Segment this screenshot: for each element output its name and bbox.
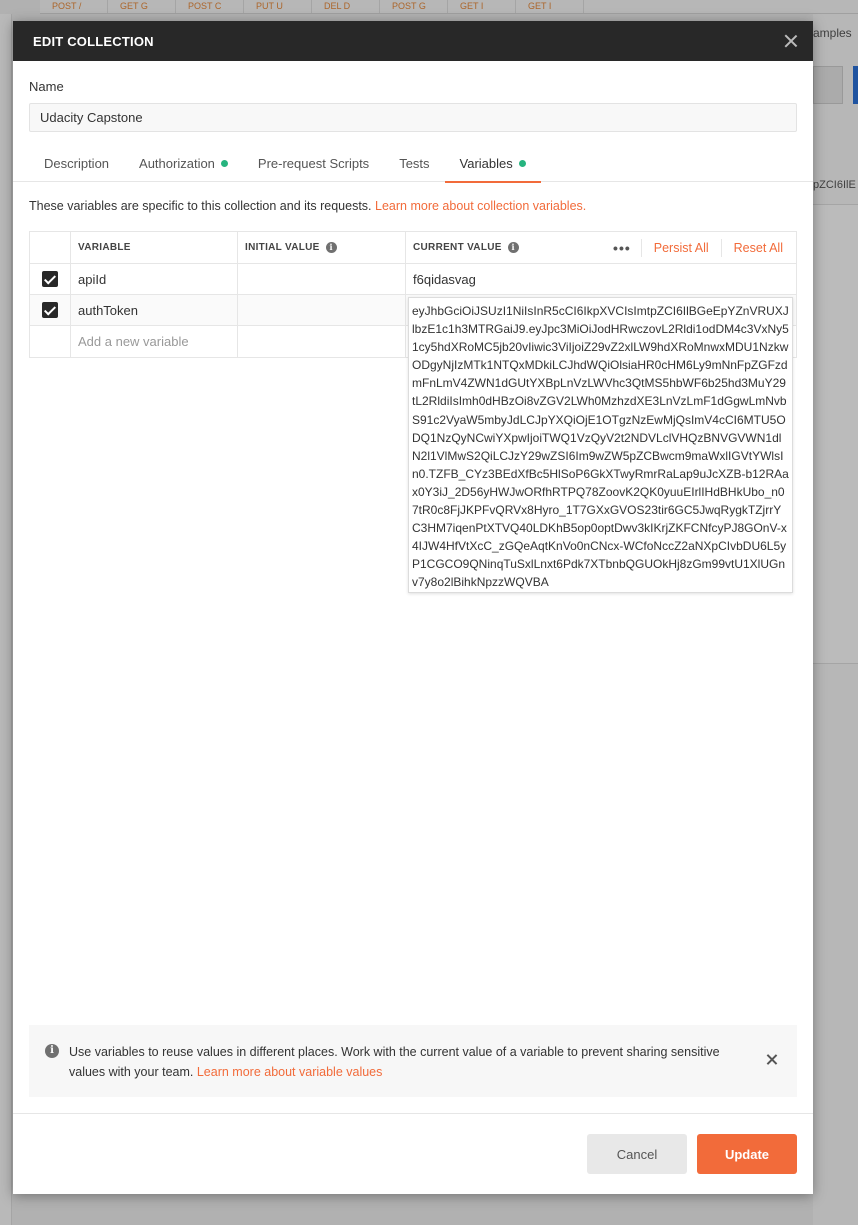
modal-title: EDIT COLLECTION [33, 33, 154, 49]
header-initial-value: INITIAL VALUE i [238, 232, 406, 263]
collection-name-input[interactable] [29, 103, 797, 132]
banner-message: Use variables to reuse values in differe… [69, 1045, 720, 1079]
variables-description: These variables are specific to this col… [29, 199, 586, 213]
description-text: These variables are specific to this col… [29, 199, 372, 213]
modal-footer: Cancel Update [13, 1113, 813, 1194]
table-actions: ••• Persist All Reset All [603, 232, 789, 263]
current-value-cell[interactable]: f6qidasvag [406, 264, 796, 294]
close-icon[interactable] [781, 31, 801, 51]
collection-tabs: Description Authorization Pre-request Sc… [13, 149, 813, 183]
name-label: Name [29, 79, 64, 94]
learn-more-collection-variables-link[interactable]: Learn more about collection variables. [375, 199, 586, 213]
header-variable: VARIABLE [71, 232, 238, 263]
initial-value-cell[interactable] [238, 295, 406, 325]
cancel-button[interactable]: Cancel [587, 1134, 687, 1174]
tab-label: Pre-request Scripts [257, 156, 370, 171]
enabled-checkbox[interactable] [42, 302, 58, 318]
info-banner: i Use variables to reuse values in diffe… [29, 1025, 797, 1097]
tab-variables[interactable]: Variables [444, 149, 542, 183]
status-dot-icon [518, 160, 526, 167]
info-icon[interactable]: i [325, 242, 337, 253]
persist-all-button[interactable]: Persist All [642, 238, 722, 257]
tab-label: Variables [459, 156, 513, 171]
current-value-editor[interactable]: eyJhbGciOiJSUzI1NiIsInR5cCI6IkpXVCIsImtp… [408, 297, 793, 593]
enabled-checkbox[interactable] [42, 271, 58, 287]
more-options-icon[interactable]: ••• [603, 238, 642, 257]
header-label: INITIAL VALUE [245, 242, 320, 253]
variable-name-cell[interactable]: apiId [71, 264, 238, 294]
header-check-cell [30, 232, 71, 263]
info-icon: i [45, 1044, 59, 1058]
tab-description[interactable]: Description [29, 149, 124, 182]
tab-authorization[interactable]: Authorization [124, 149, 243, 182]
tab-pre-request-scripts[interactable]: Pre-request Scripts [243, 149, 384, 182]
table-row: apiId f6qidasvag [30, 264, 796, 295]
info-icon[interactable]: i [507, 242, 519, 253]
initial-value-cell[interactable] [238, 326, 406, 357]
tab-tests[interactable]: Tests [384, 149, 444, 182]
initial-value-cell[interactable] [238, 264, 406, 294]
close-icon[interactable] [765, 1053, 779, 1067]
modal-header: EDIT COLLECTION [13, 21, 813, 61]
status-dot-icon [220, 160, 228, 167]
header-label: CURRENT VALUE [413, 242, 502, 253]
add-variable-input[interactable]: Add a new variable [71, 326, 238, 357]
variable-name-cell[interactable]: authToken [71, 295, 238, 325]
row-check-cell [30, 326, 71, 357]
banner-text: Use variables to reuse values in differe… [69, 1042, 749, 1097]
tab-label: Tests [399, 156, 430, 171]
edit-collection-modal: EDIT COLLECTION Name Description Authori… [13, 21, 813, 1194]
learn-more-variable-values-link[interactable]: Learn more about variable values [197, 1065, 383, 1079]
reset-all-button[interactable]: Reset All [722, 241, 789, 255]
tab-label: Authorization [139, 156, 215, 171]
tab-label: Description [44, 156, 110, 171]
row-check-cell [30, 264, 71, 294]
header-current-value: CURRENT VALUE i ••• Persist All Reset Al… [406, 232, 796, 263]
update-button[interactable]: Update [697, 1134, 797, 1174]
table-header-row: VARIABLE INITIAL VALUE i CURRENT VALUE i… [30, 232, 796, 264]
row-check-cell [30, 295, 71, 325]
